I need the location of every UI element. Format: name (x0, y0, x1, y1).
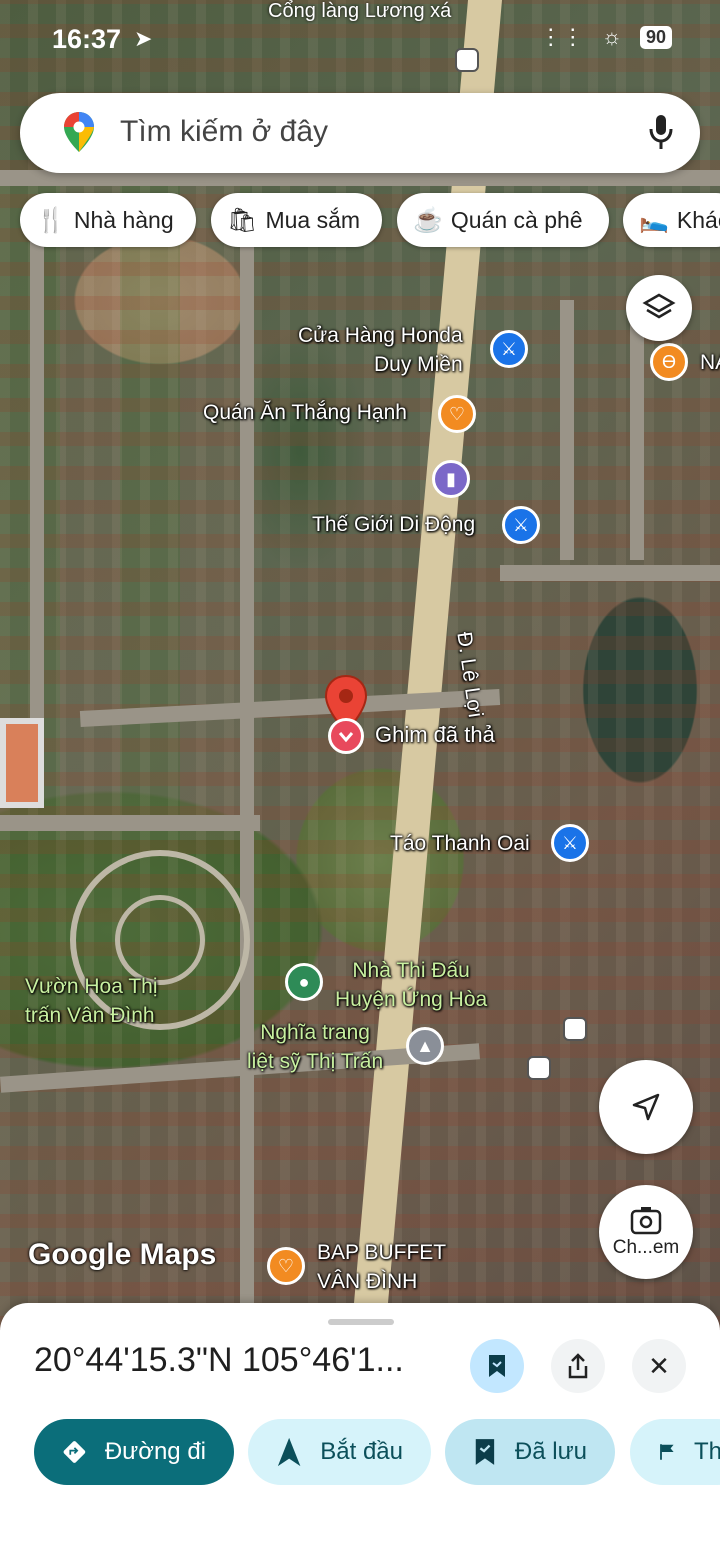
poi-label-tao[interactable]: Táo Thanh Oai (390, 829, 530, 858)
stadium-icon[interactable]: ● (285, 963, 323, 1001)
layers-button[interactable] (626, 275, 692, 341)
bookmark-filled-icon (475, 1439, 495, 1465)
chip-label: Quán cà phê (450, 206, 583, 233)
layers-icon (642, 293, 676, 319)
hotel-bed-icon: 🛌 (639, 206, 669, 234)
start-button[interactable]: Bắt đầu (248, 1419, 431, 1485)
share-button[interactable] (551, 1339, 605, 1393)
road (560, 300, 574, 560)
my-location-button[interactable] (599, 1060, 693, 1154)
poi-label-nha-thi-dau[interactable]: Nhà Thi Đấu Huyện Ứng Hòa (335, 956, 487, 1014)
saved-label: Đã lưu (514, 1438, 587, 1465)
navigation-arrow-icon (632, 1093, 660, 1121)
coordinates-title: 20°44'15.3"N 105°46'1... (34, 1341, 404, 1379)
action-buttons: Đường đi Bắt đầu Đã lưu Th (0, 1419, 720, 1487)
shopping-bag-icon[interactable]: ⚔ (502, 506, 540, 544)
search-bar[interactable]: Tìm kiếm ở đây (20, 93, 700, 173)
poi-label-tgdd[interactable]: Thế Giới Di Động (312, 510, 475, 539)
monument-icon[interactable]: ▲ (406, 1027, 444, 1065)
restaurant-icon: 🍴 (36, 206, 66, 234)
restaurant-icon[interactable]: ♡ (267, 1247, 305, 1285)
shopping-bag-icon[interactable]: ⚔ (551, 824, 589, 862)
building (0, 718, 44, 808)
directions-icon (63, 1441, 86, 1463)
camera-icon (630, 1207, 662, 1235)
poi-label-honda[interactable]: Cửa Hàng Honda Duy Miền (298, 321, 463, 379)
drag-handle[interactable] (328, 1319, 394, 1325)
flag-icon (660, 1444, 674, 1460)
google-maps-logo-icon (64, 112, 94, 152)
road (0, 815, 260, 831)
chip-label: Nhà hàng (73, 206, 174, 233)
poi-label-vuon-hoa[interactable]: Vườn Hoa Thị trấn Vân Đình (25, 972, 158, 1030)
battery-indicator: 90 (639, 25, 672, 49)
start-label: Bắt đầu (320, 1438, 403, 1465)
more-label: Th (693, 1438, 720, 1465)
close-button[interactable]: ✕ (632, 1339, 686, 1393)
chip-shopping[interactable]: 🛍 Mua sắm (211, 193, 382, 247)
road (500, 565, 720, 581)
saved-button[interactable]: Đã lưu (445, 1419, 615, 1485)
signal-icon: ⋮⋮ (539, 24, 584, 49)
poi-label-na[interactable]: NA (700, 348, 720, 377)
microphone-icon[interactable] (648, 113, 674, 153)
restaurant-icon[interactable]: Ө (650, 343, 688, 381)
share-icon (568, 1353, 588, 1379)
bookmark-icon (489, 1355, 505, 1377)
google-maps-watermark: Google Maps (28, 1238, 217, 1271)
search-input[interactable]: Tìm kiếm ở đây (120, 115, 328, 149)
navigation-start-icon (277, 1437, 301, 1467)
poi-label-quan-an[interactable]: Quán Ăn Thắng Hạnh (203, 398, 407, 427)
bus-stop-icon[interactable] (527, 1056, 551, 1080)
category-chips: 🍴 Nhà hàng 🛍 Mua sắm ☕ Quán cà phê 🛌 Khá… (0, 193, 720, 249)
lens-button[interactable]: Ch...em (599, 1185, 693, 1279)
location-arrow-icon: ➤ (134, 26, 153, 51)
directions-button[interactable]: Đường đi (34, 1419, 234, 1485)
chip-hotels[interactable]: 🛌 Khác (623, 193, 720, 247)
gas-station-icon[interactable]: ▮ (432, 460, 470, 498)
chip-restaurants[interactable]: 🍴 Nhà hàng (20, 193, 196, 247)
chip-coffee[interactable]: ☕ Quán cà phê (397, 193, 609, 247)
place-sheet[interactable]: 20°44'15.3"N 105°46'1... ✕ Đường đi Bắt … (0, 1303, 720, 1557)
bus-stop-icon[interactable] (563, 1017, 587, 1041)
close-icon: ✕ (648, 1350, 670, 1381)
status-time: 16:37 (52, 24, 122, 54)
shopping-bag-icon[interactable]: ⚔ (490, 330, 528, 368)
poi-label-nghia-trang[interactable]: Nghĩa trang liệt sỹ Thị Trấn (247, 1018, 383, 1076)
save-button[interactable] (470, 1339, 524, 1393)
wifi-icon: ☼ (601, 24, 622, 49)
chip-label: Mua sắm (265, 206, 361, 233)
shopping-bag-icon: 🛍 (227, 206, 258, 234)
directions-label: Đường đi (104, 1438, 206, 1465)
dropped-pin-label[interactable]: Ghim đã thả (375, 720, 495, 749)
chip-label: Khác (676, 206, 720, 233)
road (630, 300, 644, 560)
dropped-pin-dot[interactable] (328, 718, 364, 754)
coffee-icon: ☕ (413, 206, 443, 234)
more-actions-button[interactable]: Th (630, 1419, 720, 1485)
poi-label-bap-buffet[interactable]: BAP BUFFET VÂN ĐÌNH (317, 1238, 446, 1296)
road (30, 240, 44, 800)
lens-label: Ch...em (612, 1237, 680, 1258)
status-bar: 16:37 ➤ ⋮⋮ ☼ 90 (0, 18, 720, 66)
restaurant-icon[interactable]: ♡ (438, 395, 476, 433)
